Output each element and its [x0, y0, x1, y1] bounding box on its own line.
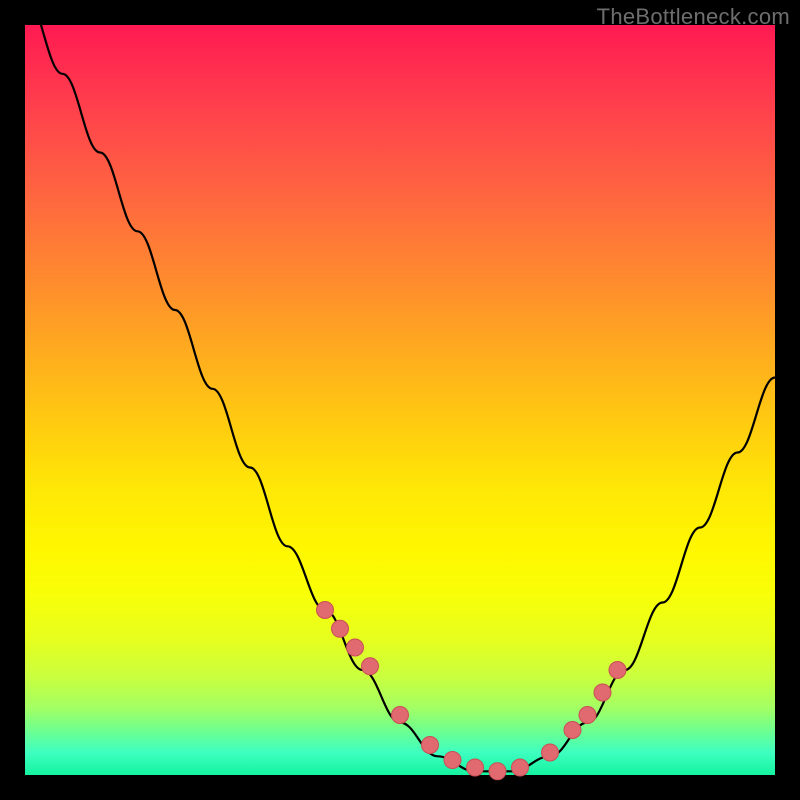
gradient-plot-area [25, 25, 775, 775]
data-point-marker [362, 658, 379, 675]
data-point-marker [564, 722, 581, 739]
data-point-marker [609, 662, 626, 679]
data-point-marker [444, 752, 461, 769]
data-point-marker [489, 763, 506, 780]
data-point-marker [542, 744, 559, 761]
data-point-marker [467, 759, 484, 776]
marker-group [317, 602, 627, 780]
data-point-marker [332, 620, 349, 637]
curve-layer [25, 25, 775, 775]
data-point-marker [422, 737, 439, 754]
bottleneck-curve-path [25, 0, 775, 771]
data-point-marker [317, 602, 334, 619]
data-point-marker [392, 707, 409, 724]
data-point-marker [347, 639, 364, 656]
data-point-marker [594, 684, 611, 701]
data-point-marker [512, 759, 529, 776]
data-point-marker [579, 707, 596, 724]
chart-frame: TheBottleneck.com [0, 0, 800, 800]
